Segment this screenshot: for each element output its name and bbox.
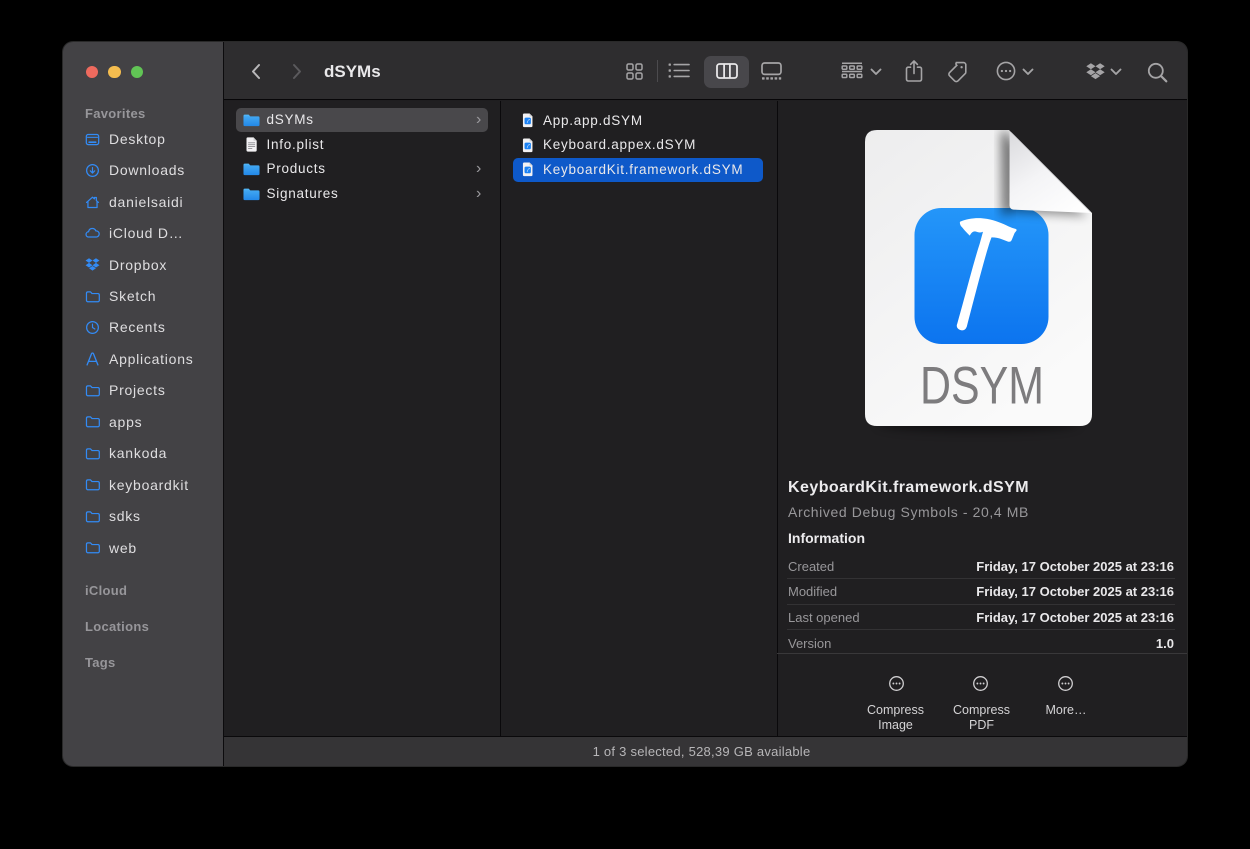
svg-text:DSYM: DSYM: [920, 357, 1044, 416]
